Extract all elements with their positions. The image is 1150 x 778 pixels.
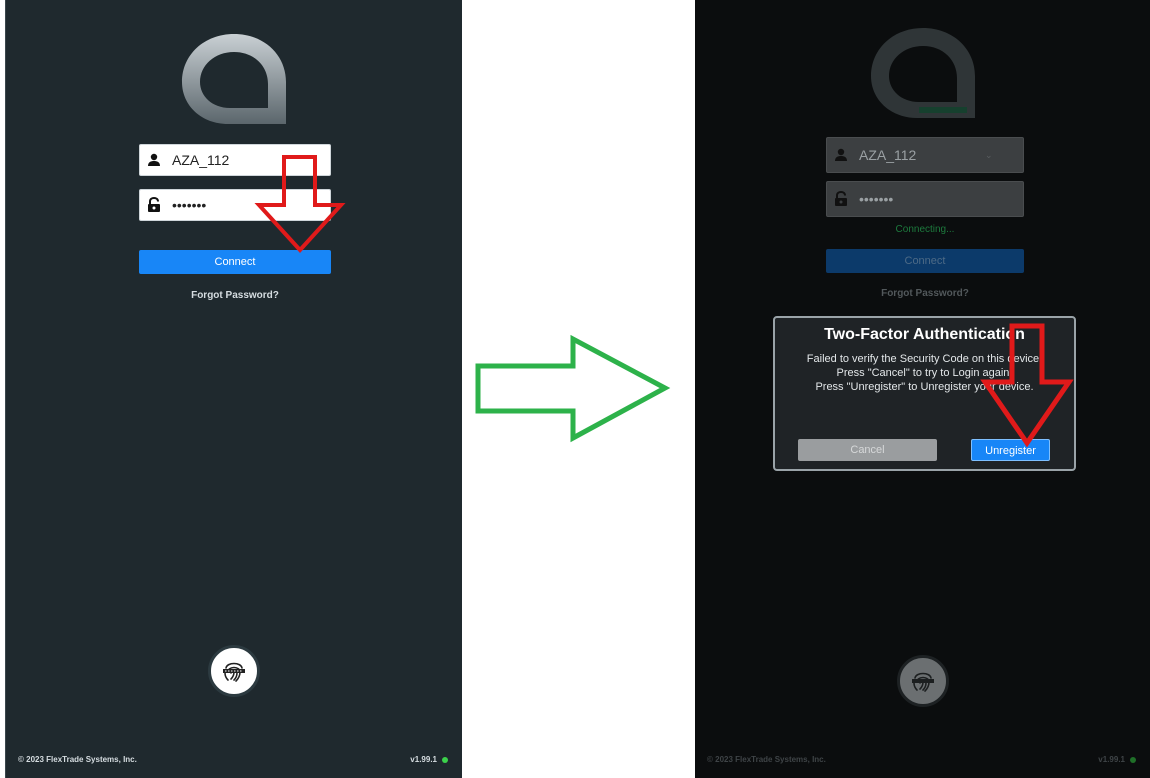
connecting-status: Connecting... [895, 224, 955, 235]
connect-button: Connect [826, 249, 1024, 273]
user-icon [833, 147, 849, 163]
cancel-button[interactable]: Cancel [798, 439, 937, 461]
status-indicator [1130, 756, 1136, 763]
copyright-text: © 2023 FlexTrade Systems, Inc. [18, 755, 137, 764]
app-logo-icon [182, 34, 286, 124]
status-indicator [442, 756, 448, 763]
password-input [859, 191, 989, 207]
version-text: v1.99.1 [1098, 755, 1125, 764]
two-factor-screen: ⌄ Connecting... Connect Forgot Password?… [695, 0, 1150, 778]
username-input[interactable] [172, 152, 302, 168]
username-field[interactable] [139, 144, 331, 176]
password-field[interactable] [139, 189, 331, 221]
username-input [859, 147, 989, 163]
fingerprint-button[interactable] [208, 645, 260, 697]
dialog-message: Failed to verify the Security Code on th… [806, 353, 1043, 393]
user-icon [146, 152, 162, 168]
two-factor-dialog: Two-Factor Authentication Failed to veri… [773, 316, 1076, 471]
lock-icon [146, 197, 162, 213]
fingerprint-icon [911, 672, 934, 692]
version-status: v1.99.1 [410, 755, 448, 764]
password-input[interactable] [172, 197, 302, 213]
unregister-button[interactable]: Unregister [971, 439, 1050, 461]
login-screen: Connect Forgot Password? © 2023 FlexTrad… [5, 0, 462, 778]
dialog-title: Two-Factor Authentication [824, 326, 1025, 343]
version-status: v1.99.1 [1098, 755, 1136, 764]
username-field: ⌄ [826, 137, 1024, 173]
app-logo-icon [870, 28, 975, 118]
copyright-text: © 2023 FlexTrade Systems, Inc. [707, 755, 826, 764]
chevron-down-icon: ⌄ [985, 149, 993, 160]
forgot-password-link[interactable]: Forgot Password? [139, 290, 331, 301]
version-text: v1.99.1 [410, 755, 437, 764]
forgot-password-link: Forgot Password? [881, 288, 969, 299]
connect-button[interactable]: Connect [139, 250, 331, 274]
arrow-right-annotation [475, 334, 671, 443]
fingerprint-icon [223, 662, 245, 682]
password-field [826, 181, 1024, 217]
lock-icon [833, 191, 849, 207]
fingerprint-button [896, 655, 949, 707]
